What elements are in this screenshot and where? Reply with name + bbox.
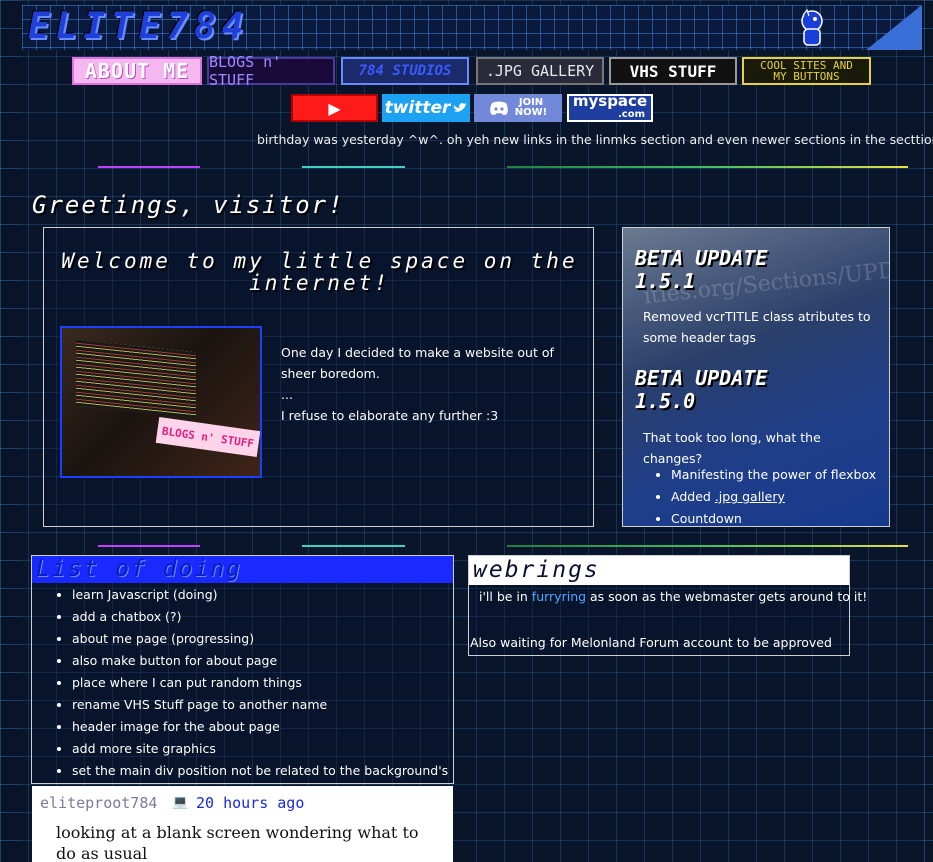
nav-about-me-button[interactable]: ABOUT ME [72,57,202,85]
photo-laptop-screen [76,339,196,419]
welcome-paragraph-1: One day I decided to make a website out … [281,345,554,381]
todo-list: learn Javascript (doing) add a chatbox (… [54,584,448,782]
nav-jpg-gallery-button[interactable]: .JPG GALLERY [476,57,604,85]
myspace-button[interactable]: myspace .com [567,94,653,122]
site-header: ELITE784 [22,5,922,50]
update-text-2: That took too long, what the changes? [643,430,821,466]
todo-title: List of doing [32,556,453,583]
welcome-text: One day I decided to make a website out … [281,342,571,426]
photo-sticker: BLOGS n' STUFF [155,417,260,457]
divider-green-2 [507,545,908,547]
status-username[interactable]: eliteproot784 [40,794,157,812]
update-item-prefix: Added [671,489,715,504]
webrings-prefix: i'll be in [479,589,532,604]
site-logo[interactable]: ELITE784 [28,6,249,47]
todo-item: add more site graphics [72,738,448,760]
status-card: eliteproot784 💻 20 hours ago looking at … [32,786,453,862]
discord-icon [489,101,508,115]
update-title-2: BETA UPDATE 1.5.0 [635,366,768,413]
twitter-button[interactable]: twitter [382,94,470,122]
jpg-gallery-link[interactable]: .jpg gallery [715,489,785,504]
webrings-text-1: i'll be in furryring as soon as the webm… [479,589,867,604]
webrings-title: webrings [469,556,849,585]
webrings-suffix: as soon as the webmaster gets around to … [586,589,868,604]
todo-item: about me page (progressing) [72,628,448,650]
todo-item: rename VHS Stuff page to another name [72,694,448,716]
status-message: looking at a blank screen wondering what… [56,823,419,862]
discord-label-now: NOW! [514,107,548,118]
todo-item: also make button for about page [72,650,448,672]
youtube-button[interactable]: ▶ [291,94,378,122]
webrings-panel: webrings i'll be in furryring as soon as… [468,555,867,656]
nav-cool-sites-button[interactable]: COOL SITES AND MY BUTTONS [742,57,871,85]
discord-label: JOIN NOW! [515,98,547,118]
welcome-paragraph-3: I refuse to elaborate any further :3 [281,408,499,423]
todo-item: set the main div position not be related… [72,760,448,782]
header-corner-decoration [866,5,922,50]
update-changes-list: Manifesting the power of flexbox Added .… [653,464,876,526]
webrings-text-2: Also waiting for Melonland Forum account… [470,635,832,650]
twitter-label: twitter [384,98,451,118]
divider-purple-2 [98,545,200,547]
update-item: Manifesting the power of flexbox [671,464,876,486]
furryring-link[interactable]: furryring [532,589,586,604]
divider-green-1 [507,166,908,168]
nav-studios-button[interactable]: 784 STUDIOS [341,57,469,85]
todo-item: add a chatbox (?) [72,606,448,628]
bird-icon [454,103,467,112]
mascot-icon [801,9,823,46]
update-item: Countdown [671,508,876,526]
nav-blogs-button[interactable]: BLOGS n' STUFF [207,53,335,89]
myspace-suffix: .com [617,109,645,120]
divider-cyan-1 [302,166,405,168]
todo-item: header image for the about page [72,716,448,738]
greeting-heading: Greetings, visitor! [32,191,345,219]
update-title-1: BETA UPDATE 1.5.1 [635,246,768,293]
welcome-paragraph-2: ... [281,387,293,402]
discord-button[interactable]: JOIN NOW! [474,94,562,122]
desk-photo: BLOGS n' STUFF [60,326,262,478]
laptop-icon: 💻 [172,795,189,810]
todo-item: place where I can put random things [72,672,448,694]
update-item: Added .jpg gallery [671,486,876,508]
updates-panel[interactable]: ities.org/Sections/UPDATES BETA UPDATE 1… [622,227,890,527]
welcome-title: Welcome to my little space on the intern… [61,249,578,295]
todo-item: learn Javascript (doing) [72,584,448,606]
news-ticker: birthday was yesterday ^w^. oh yeh new l… [257,132,933,147]
divider-cyan-2 [302,545,405,547]
divider-purple-1 [98,166,200,168]
todo-panel: List of doing learn Javascript (doing) a… [31,555,454,784]
welcome-panel: Welcome to my little space on the intern… [43,227,594,527]
play-icon: ▶ [328,98,341,118]
status-timestamp: 20 hours ago [196,794,305,812]
myspace-label: myspace [572,92,648,110]
nav-vhs-stuff-button[interactable]: VHS STUFF [609,57,737,85]
update-text-1: Removed vcrTITLE class atributes to some… [643,309,871,345]
